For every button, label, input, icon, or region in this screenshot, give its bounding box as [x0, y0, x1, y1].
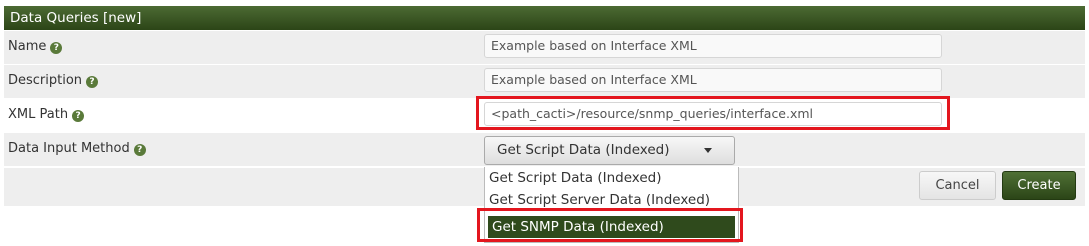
- data-input-method-row: Data Input Method? Get Script Data (Inde…: [4, 132, 1085, 166]
- data-input-method-select[interactable]: Get Script Data (Indexed): [484, 136, 735, 165]
- data-queries-panel: Data Queries [new] Name? Example based o…: [4, 6, 1085, 243]
- description-row: Description? Example based on Interface …: [4, 64, 1085, 98]
- panel-title: Data Queries [new]: [4, 6, 1085, 30]
- name-input[interactable]: Example based on Interface XML: [484, 34, 942, 58]
- cancel-button[interactable]: Cancel: [919, 171, 996, 200]
- data-input-method-label: Data Input Method?: [8, 141, 146, 156]
- snmp-option-highlight-box: [477, 208, 743, 242]
- create-button[interactable]: Create: [1002, 171, 1076, 200]
- name-row: Name? Example based on Interface XML: [4, 30, 1085, 64]
- chevron-down-icon: [704, 148, 712, 153]
- description-input[interactable]: Example based on Interface XML: [484, 68, 942, 92]
- help-icon[interactable]: ?: [50, 42, 63, 54]
- select-value: Get Script Data (Indexed): [497, 142, 670, 158]
- help-icon[interactable]: ?: [133, 144, 146, 156]
- description-label: Description?: [8, 73, 99, 88]
- help-icon[interactable]: ?: [72, 110, 85, 122]
- xml-path-highlight-box: [476, 96, 950, 130]
- name-label: Name?: [8, 39, 63, 54]
- dropdown-option[interactable]: Get Script Data (Indexed): [485, 167, 738, 189]
- xml-path-label: XML Path?: [8, 107, 85, 122]
- help-icon[interactable]: ?: [86, 76, 99, 88]
